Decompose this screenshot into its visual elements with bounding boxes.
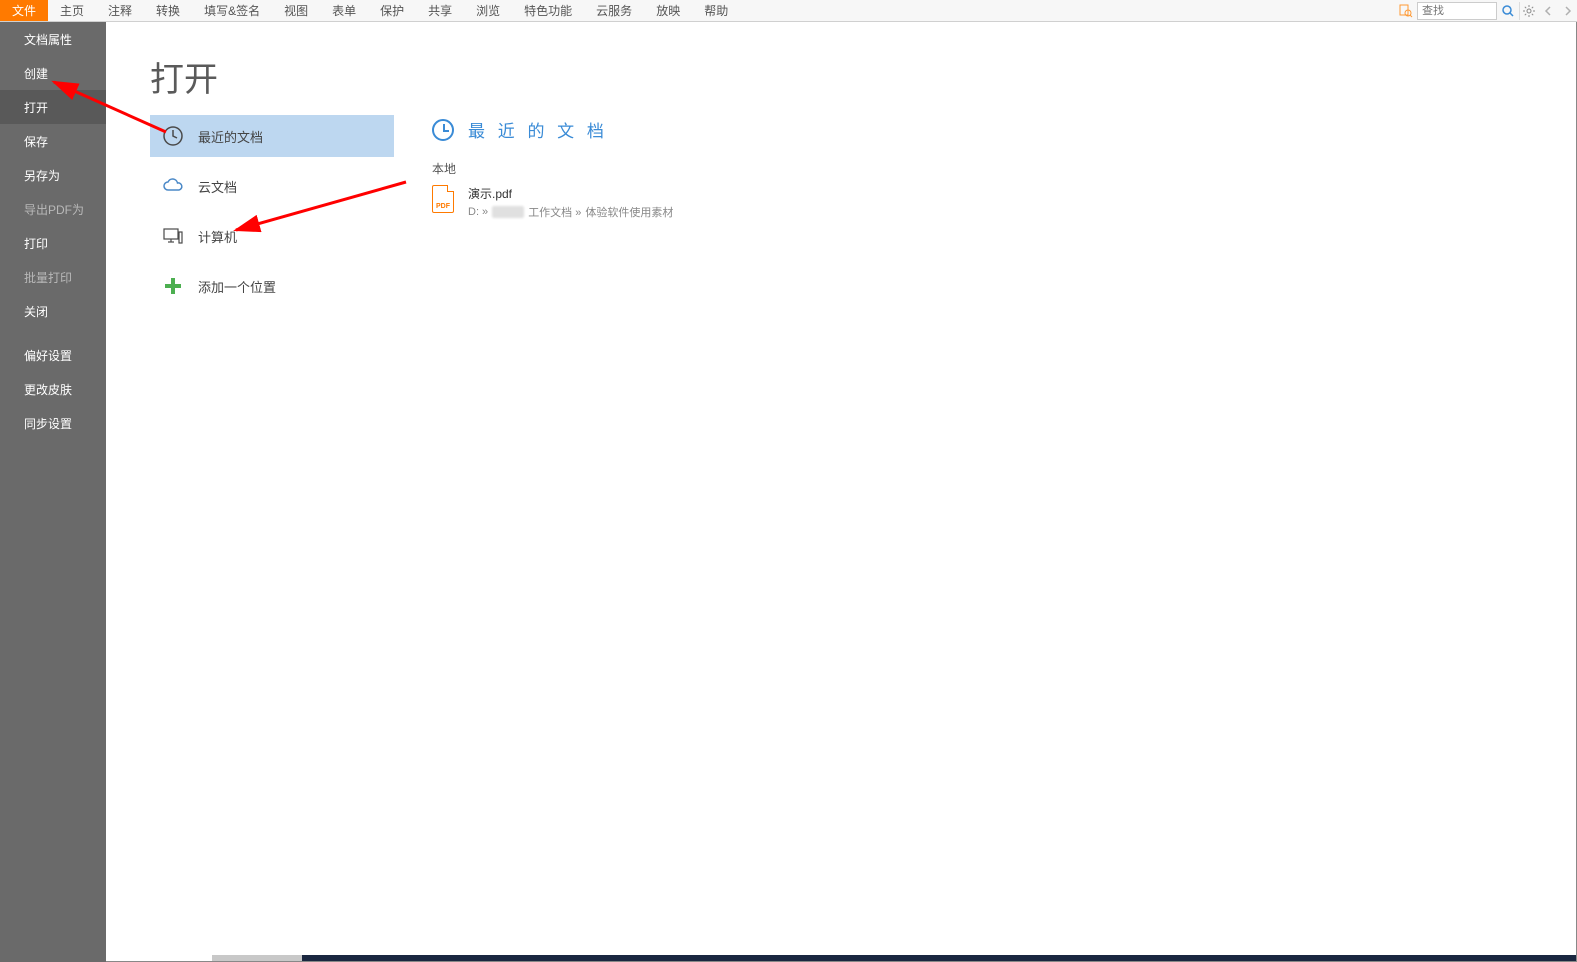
search-doc-icon[interactable] — [1397, 2, 1415, 20]
nav-prev-icon[interactable] — [1539, 2, 1557, 20]
file-name: 演示.pdf — [468, 185, 673, 202]
menu-share[interactable]: 共享 — [416, 0, 464, 21]
sidebar-item-create[interactable]: 创建 — [0, 56, 106, 90]
recent-title: 最 近 的 文 档 — [468, 117, 608, 142]
file-sidebar: 文档属性 创建 打开 保存 另存为 导出PDF为 打印 批量打印 关闭 偏好设置… — [0, 22, 106, 962]
menu-help[interactable]: 帮助 — [692, 0, 740, 21]
sidebar-item-sync[interactable]: 同步设置 — [0, 406, 106, 440]
loc-add[interactable]: 添加一个位置 — [150, 265, 394, 307]
menu-file[interactable]: 文件 — [0, 0, 48, 21]
menu-convert[interactable]: 转换 — [144, 0, 192, 21]
gear-icon[interactable] — [1519, 2, 1537, 20]
sidebar-item-preferences[interactable]: 偏好设置 — [0, 338, 106, 372]
menu-home[interactable]: 主页 — [48, 0, 96, 21]
loc-computer[interactable]: 计算机 — [150, 215, 394, 257]
menu-annotate[interactable]: 注释 — [96, 0, 144, 21]
menu-fill-sign[interactable]: 填写&签名 — [192, 0, 272, 21]
sidebar-item-save[interactable]: 保存 — [0, 124, 106, 158]
recent-header: 最 近 的 文 档 — [432, 117, 673, 142]
menu-features[interactable]: 特色功能 — [512, 0, 584, 21]
sidebar-item-skin[interactable]: 更改皮肤 — [0, 372, 106, 406]
menu-protect[interactable]: 保护 — [368, 0, 416, 21]
loc-cloud[interactable]: 云文档 — [150, 165, 394, 207]
recent-file[interactable]: PDF 演示.pdf D: » 工作文档 » 体验软件使用素材 — [432, 183, 673, 222]
page-title: 打开 — [106, 22, 1576, 115]
loc-label: 云文档 — [198, 177, 237, 196]
computer-icon — [162, 225, 184, 247]
sidebar-item-export[interactable]: 导出PDF为 — [0, 192, 106, 226]
menubar: 文件 主页 注释 转换 填写&签名 视图 表单 保护 共享 浏览 特色功能 云服… — [0, 0, 1577, 22]
taskbar-sliver — [212, 955, 1576, 961]
clock-icon — [432, 119, 454, 141]
loc-recent[interactable]: 最近的文档 — [150, 115, 394, 157]
sidebar-item-properties[interactable]: 文档属性 — [0, 22, 106, 56]
sidebar-item-saveas[interactable]: 另存为 — [0, 158, 106, 192]
pdf-icon: PDF — [432, 185, 454, 213]
clock-icon — [162, 125, 184, 147]
cloud-icon — [162, 175, 184, 197]
nav-next-icon[interactable] — [1559, 2, 1577, 20]
search-input[interactable] — [1417, 2, 1497, 20]
menubar-right — [1397, 0, 1577, 22]
sidebar-item-close[interactable]: 关闭 — [0, 294, 106, 328]
menu-browse[interactable]: 浏览 — [464, 0, 512, 21]
file-path: D: » 工作文档 » 体验软件使用素材 — [468, 204, 673, 220]
menu-cloud[interactable]: 云服务 — [584, 0, 644, 21]
menu-form[interactable]: 表单 — [320, 0, 368, 21]
loc-label: 添加一个位置 — [198, 277, 276, 296]
plus-icon — [162, 275, 184, 297]
local-label: 本地 — [432, 160, 673, 177]
sidebar-item-print[interactable]: 打印 — [0, 226, 106, 260]
open-locations: 最近的文档 云文档 计算机 添加一个位置 — [106, 115, 392, 315]
file-info: 演示.pdf D: » 工作文档 » 体验软件使用素材 — [468, 185, 673, 220]
sidebar-item-open[interactable]: 打开 — [0, 90, 106, 124]
recent-panel: 最 近 的 文 档 本地 PDF 演示.pdf D: » 工作文档 » 体验软件… — [392, 115, 673, 315]
loc-label: 计算机 — [198, 227, 237, 246]
menu-view[interactable]: 视图 — [272, 0, 320, 21]
search-icon[interactable] — [1499, 2, 1517, 20]
loc-label: 最近的文档 — [198, 127, 263, 146]
menu-slideshow[interactable]: 放映 — [644, 0, 692, 21]
sidebar-item-batchprint[interactable]: 批量打印 — [0, 260, 106, 294]
path-redacted — [492, 206, 524, 218]
main-panel: 打开 最近的文档 云文档 计算机 — [106, 22, 1577, 962]
